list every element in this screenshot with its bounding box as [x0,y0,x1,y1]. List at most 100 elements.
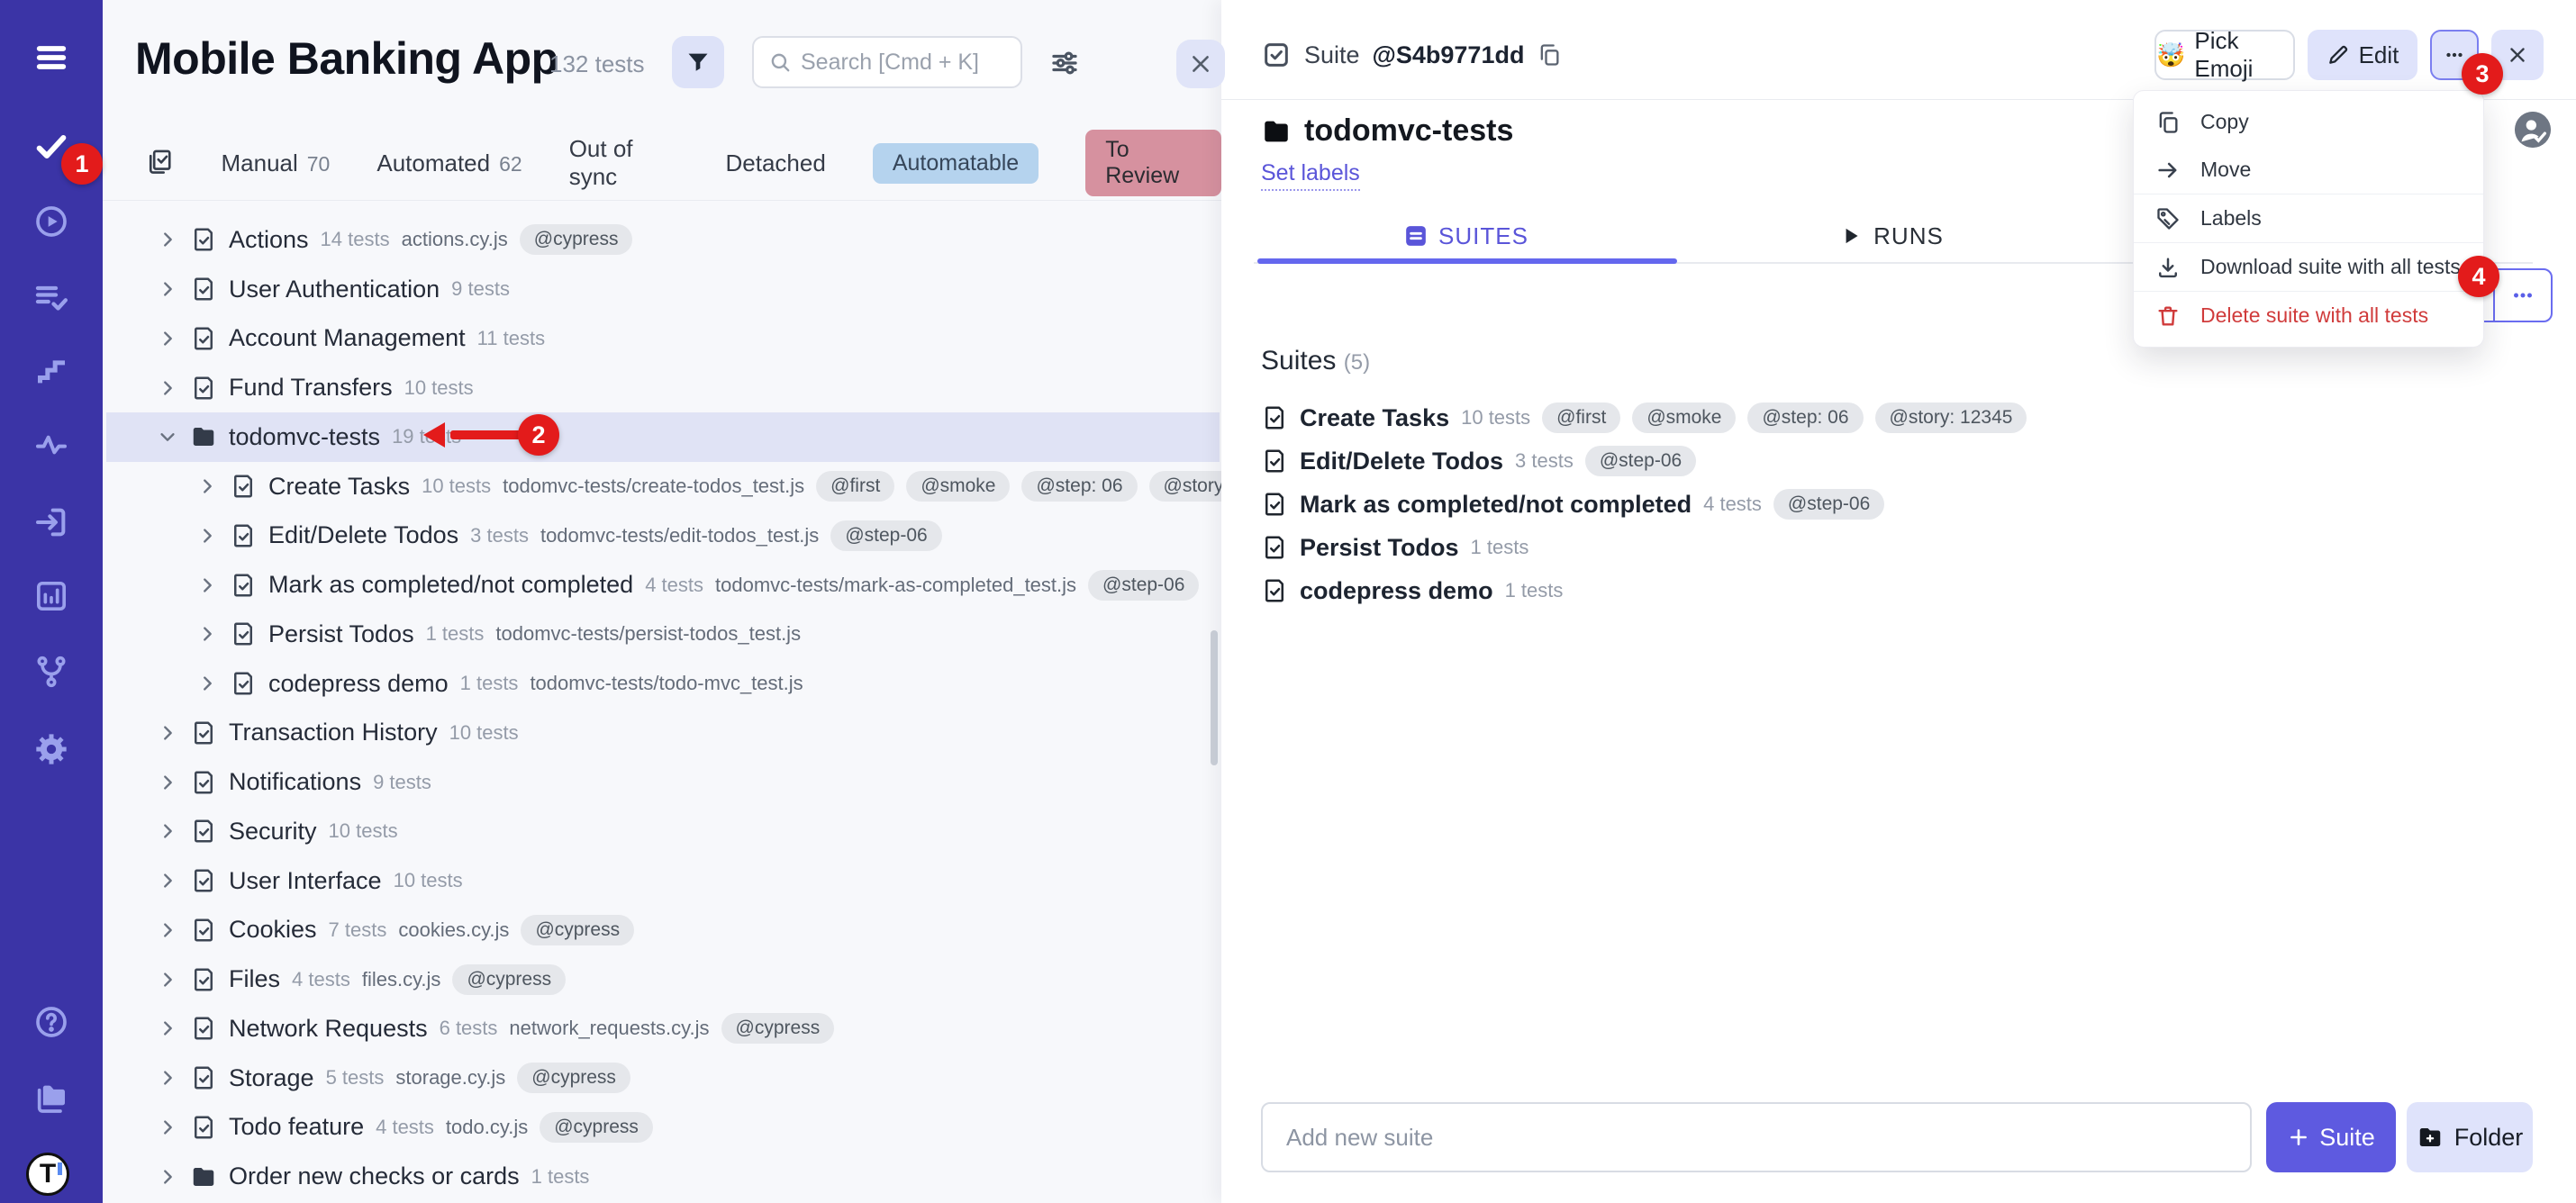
tree-row[interactable]: Mark as completed/not completed 4 tests … [106,560,1220,610]
tree-item-name: Edit/Delete Todos [268,521,458,549]
suite-list-item[interactable]: Persist Todos 1 tests [1261,526,2522,569]
tree-row[interactable]: Fund Transfers 10 tests [106,363,1220,412]
search-input[interactable] [801,50,1006,76]
suite-list-item[interactable]: Mark as completed/not completed 4 tests … [1261,483,2522,526]
advanced-filter-icon[interactable] [1048,47,1081,79]
runs-play-icon[interactable] [32,202,71,241]
test-file-icon [230,620,257,647]
tree-row[interactable]: Order new checks or cards 1 tests [106,1152,1220,1201]
test-file-icon [190,769,217,796]
filter-out-of-sync[interactable]: Out of sync [569,135,679,191]
tree-row[interactable]: Edit/Delete Todos 3 tests todomvc-tests/… [106,511,1220,561]
play-icon [1839,224,1863,248]
tree-item-name: Actions [229,226,309,254]
menu-item-labels[interactable]: Labels [2134,194,2483,242]
filter-automatable[interactable]: Automatable [873,143,1039,184]
chevron-icon[interactable] [196,673,218,694]
chevron-icon[interactable] [157,870,178,891]
add-suite-input[interactable] [1261,1102,2252,1172]
menu-item-download[interactable]: Download suite with all tests [2134,243,2483,291]
suite-list-item[interactable]: codepress demo 1 tests [1261,569,2522,612]
tree-row[interactable]: User Interface 10 tests [106,856,1220,906]
hamburger-menu-icon[interactable] [32,38,71,77]
chevron-icon[interactable] [196,525,218,547]
more-tree-actions-button[interactable] [2495,270,2551,321]
checklist-icon[interactable] [32,277,71,317]
tree-row[interactable]: Network Requests 6 tests network_request… [106,1004,1220,1054]
test-file-icon [190,1015,217,1042]
copy-check-icon[interactable] [146,148,174,178]
tree-row[interactable]: User Authentication 9 tests [106,265,1220,314]
tree-item-file: network_requests.cy.js [509,1017,709,1040]
chevron-icon[interactable] [157,229,178,250]
tree-item-file: storage.cy.js [395,1066,505,1090]
chevron-icon[interactable] [157,1166,178,1188]
projects-folders-icon[interactable] [32,1078,71,1117]
chevron-icon[interactable] [157,278,178,300]
tree-row[interactable]: codepress demo 1 tests todomvc-tests/tod… [106,659,1220,709]
suite-name: Create Tasks [1300,404,1449,432]
testomat-logo[interactable]: T [26,1153,69,1196]
set-labels-link[interactable]: Set labels [1261,160,1360,191]
activity-pulse-icon[interactable] [32,425,71,465]
settings-gear-icon[interactable] [32,729,71,769]
filter-automated[interactable]: Automated62 [376,149,522,177]
scrollbar-thumb[interactable] [1211,630,1218,765]
steps-icon[interactable] [32,351,71,391]
add-suite-button[interactable]: Suite [2266,1102,2396,1172]
tree-item-name: Network Requests [229,1015,428,1043]
tree-row[interactable]: Notifications 9 tests [106,757,1220,807]
tree-row[interactable]: Persist Todos 1 tests todomvc-tests/pers… [106,610,1220,659]
chevron-icon[interactable] [157,919,178,941]
menu-item-copy[interactable]: Copy [2134,98,2483,146]
filter-to-review[interactable]: To Review [1085,130,1221,196]
import-icon[interactable] [32,502,71,542]
chevron-icon[interactable] [157,328,178,349]
chevron-icon[interactable] [157,722,178,744]
suite-list-item[interactable]: Edit/Delete Todos 3 tests @step-06 [1261,439,2522,483]
tree-row[interactable]: todomvc-tests 19 tests [106,412,1220,462]
filter-manual[interactable]: Manual70 [221,149,330,177]
chevron-icon[interactable] [157,377,178,399]
chevron-icon[interactable] [157,1067,178,1089]
tree-row[interactable]: Create Tasks 10 tests todomvc-tests/crea… [106,462,1220,511]
chevron-icon[interactable] [196,623,218,645]
chevron-icon[interactable] [157,1117,178,1138]
tree-row[interactable]: Account Management 11 tests [106,314,1220,364]
pick-emoji-button[interactable]: 🤯 Pick Emoji [2154,30,2295,80]
tree-row[interactable]: Cookies 7 tests cookies.cy.js @cypress [106,906,1220,955]
edit-button[interactable]: Edit [2308,30,2417,80]
help-icon[interactable] [32,1002,71,1042]
tree-row[interactable]: Files 4 tests files.cy.js @cypress [106,954,1220,1004]
suite-list-item[interactable]: Create Tasks 10 tests @first @smoke @ste… [1261,396,2522,439]
filter-button[interactable] [672,36,724,88]
close-panel-button[interactable] [1176,40,1225,88]
suites-count: (5) [1344,350,1370,375]
add-folder-button[interactable]: Folder [2407,1102,2533,1172]
tree-row[interactable]: Storage 5 tests storage.cy.js @cypress [106,1054,1220,1103]
chevron-icon[interactable] [196,475,218,497]
analytics-icon[interactable] [32,576,71,616]
tree-item-name: Notifications [229,768,361,796]
search-box[interactable] [752,36,1022,88]
tree-row[interactable]: Security 10 tests [106,807,1220,856]
chevron-icon[interactable] [157,820,178,842]
tag-pill: @smoke [906,471,1010,502]
chevron-icon[interactable] [157,969,178,990]
git-branch-icon[interactable] [32,652,71,692]
menu-item-move[interactable]: Move [2134,146,2483,194]
chevron-icon[interactable] [157,426,178,448]
tree-row[interactable]: Actions 14 tests actions.cy.js @cypress [106,215,1220,265]
tree-row[interactable]: Todo feature 4 tests todo.cy.js @cypress [106,1103,1220,1153]
copy-id-icon[interactable] [1537,42,1562,68]
filter-detached[interactable]: Detached [726,149,826,177]
tab-runs[interactable]: RUNS [1679,209,2104,263]
tree-row[interactable]: Transaction History 10 tests [106,709,1220,758]
tab-suites[interactable]: SUITES [1254,209,1679,263]
tree-item-count: 1 tests [531,1165,590,1189]
chevron-icon[interactable] [157,772,178,793]
chevron-icon[interactable] [196,574,218,596]
chevron-icon[interactable] [157,1018,178,1039]
user-avatar[interactable] [2515,112,2551,148]
menu-item-delete[interactable]: Delete suite with all tests [2134,292,2483,339]
